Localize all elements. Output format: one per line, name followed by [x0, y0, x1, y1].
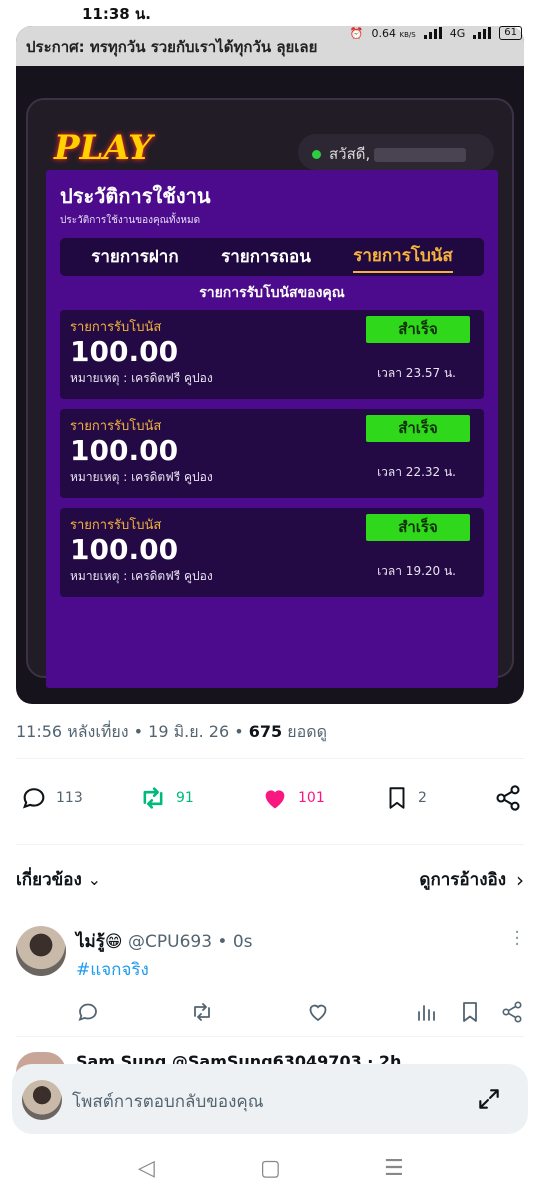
- list-item: รายการรับโบนัส 100.00 หมายเหตุ : เครดิตฟ…: [60, 409, 484, 498]
- reply-composer[interactable]: โพสต์การตอบกลับของคุณ: [12, 1064, 528, 1134]
- views-label: ยอดดู: [282, 722, 328, 741]
- related-row: เกี่ยวข้อง ⌄ ดูการอ้างอิง ›: [16, 866, 524, 893]
- bookmark-icon: [389, 787, 405, 809]
- greeting-pill: สวัสดี,: [298, 134, 494, 170]
- heart-icon[interactable]: [306, 1000, 330, 1028]
- like-button[interactable]: 101: [260, 784, 325, 812]
- reply-tweet[interactable]: ไม่รู้😁 @CPU693 • 0s #แจกจริง · · ·: [16, 924, 524, 1023]
- repost-count: 91: [176, 790, 194, 806]
- history-modal: ประวัติการใช้งาน ประวัติการใช้งานของคุณท…: [46, 170, 498, 688]
- avatar: [22, 1080, 62, 1120]
- recents-icon[interactable]: ☰: [384, 1156, 404, 1181]
- chevron-right-icon: ›: [516, 867, 524, 892]
- tweet-media-image[interactable]: ประกาศ: ทรทุกวัน รวยกับเราได้ทุกวัน ลุยเ…: [16, 26, 524, 704]
- chevron-down-icon: ⌄: [87, 870, 102, 889]
- bookmark-button[interactable]: 2: [384, 784, 427, 812]
- repost-button[interactable]: 91: [138, 784, 194, 812]
- reply-input-placeholder[interactable]: โพสต์การตอบกลับของคุณ: [72, 1088, 264, 1115]
- hashtag-link[interactable]: #แจกจริง: [76, 956, 149, 983]
- more-options-icon[interactable]: · · ·: [514, 924, 520, 954]
- list-heading: รายการรับโบนัสของคุณ: [199, 285, 345, 301]
- repost-icon: [143, 787, 163, 809]
- signal-icon: [423, 27, 442, 39]
- tweet-meta: 11:56 หลังเที่ยง • 19 มิ.ย. 26 • 675 ยอด…: [16, 720, 327, 745]
- status-time: 11:38 น.: [82, 5, 151, 23]
- divider: [16, 844, 524, 845]
- tab-deposit: รายการฝาก: [91, 246, 179, 267]
- divider: [16, 1036, 524, 1037]
- bookmark-count: 2: [418, 790, 427, 806]
- tweet-actions: 113 91 101 2: [16, 784, 524, 816]
- item-time: เวลา 23.57 น.: [377, 366, 456, 380]
- divider: [16, 758, 524, 759]
- back-icon[interactable]: ◁: [138, 1156, 155, 1181]
- share-button[interactable]: [494, 784, 522, 812]
- alarm-icon: ⏰: [349, 26, 364, 40]
- heart-icon: [265, 790, 285, 809]
- status-bar: 11:38 น. ⏰ 0.64 KB/S 4G 61: [0, 0, 540, 44]
- modal-title: ประวัติการใช้งาน: [60, 184, 211, 208]
- status-badge: สำเร็จ: [366, 415, 470, 442]
- repost-icon[interactable]: [190, 1000, 214, 1028]
- reply-actions: [76, 1000, 524, 1024]
- related-dropdown[interactable]: เกี่ยวข้อง ⌄: [16, 870, 101, 890]
- status-badge: สำเร็จ: [366, 316, 470, 343]
- tab-withdraw: รายการถอน: [221, 246, 311, 267]
- history-tabs: รายการฝาก รายการถอน รายการโบนัส: [60, 238, 484, 276]
- expand-icon[interactable]: [476, 1086, 502, 1112]
- home-icon[interactable]: ▢: [260, 1156, 281, 1181]
- share-icon: [496, 785, 520, 811]
- views-icon[interactable]: [414, 1000, 438, 1028]
- list-item: รายการรับโบนัส 100.00 หมายเหตุ : เครดิตฟ…: [60, 508, 484, 597]
- view-quotes-link[interactable]: ดูการอ้างอิง ›: [419, 866, 524, 893]
- tweet-datetime: 11:56 หลังเที่ยง • 19 มิ.ย. 26 •: [16, 722, 249, 741]
- signal-icon-2: [473, 27, 492, 39]
- avatar[interactable]: [16, 926, 66, 976]
- list-item: รายการรับโบนัส 100.00 หมายเหตุ : เครดิตฟ…: [60, 310, 484, 399]
- reply-header: ไม่รู้😁 @CPU693 • 0s: [76, 928, 253, 955]
- online-dot-icon: [312, 150, 321, 159]
- like-count: 101: [298, 790, 325, 806]
- reply-button[interactable]: 113: [20, 784, 83, 812]
- item-time: เวลา 19.20 น.: [377, 564, 456, 578]
- blurred-username: [374, 147, 467, 162]
- reply-icon[interactable]: [76, 1000, 100, 1028]
- system-nav-bar: ◁ ▢ ☰: [0, 1140, 540, 1200]
- views-count[interactable]: 675: [249, 722, 282, 741]
- status-icons: ⏰ 0.64 KB/S 4G 61: [350, 26, 522, 40]
- reply-icon: [22, 788, 45, 809]
- tab-bonus: รายการโบนัส: [353, 242, 453, 273]
- network-speed: 0.64 KB/S: [371, 26, 416, 40]
- reply-author-name[interactable]: ไม่รู้😁: [76, 932, 123, 952]
- status-badge: สำเร็จ: [366, 514, 470, 541]
- item-time: เวลา 22.32 น.: [377, 465, 456, 479]
- share-icon[interactable]: [500, 1000, 524, 1028]
- reply-handle-time: @CPU693 • 0s: [122, 932, 253, 952]
- network-type: 4G: [449, 26, 466, 40]
- reply-count: 113: [56, 790, 83, 806]
- battery-icon: 61: [499, 26, 522, 40]
- bookmark-icon[interactable]: [458, 1000, 482, 1028]
- modal-subtitle: ประวัติการใช้งานของคุณทั้งหมด: [60, 215, 201, 226]
- site-logo: PLAY: [54, 128, 153, 168]
